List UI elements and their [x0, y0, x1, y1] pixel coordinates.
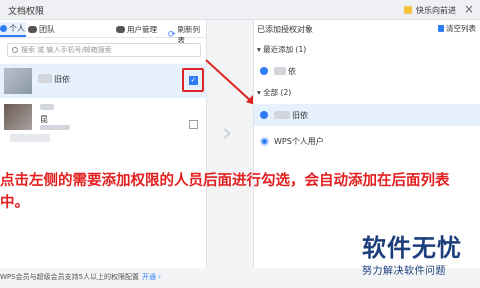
- list-item[interactable]: 昆: [0, 100, 207, 134]
- blurred-name: [38, 74, 52, 83]
- right-panel-title: 已添加授权对象: [257, 25, 313, 34]
- watermark-subtitle: 努力解决软件问题: [362, 266, 446, 277]
- list-item[interactable]: 旧依: [0, 64, 207, 98]
- tab-team-label: 团队: [39, 25, 55, 34]
- app-label: 快乐向前进: [416, 5, 456, 15]
- clear-list-label: 清空列表: [446, 24, 476, 33]
- user-icon: [260, 111, 268, 119]
- user-management-label: 用户管理: [127, 25, 157, 34]
- annotation-arrow: [205, 59, 258, 106]
- avatar: [4, 104, 32, 130]
- app-logo-icon: [404, 6, 412, 14]
- clear-list-button[interactable]: 清空列表: [438, 23, 476, 34]
- search-icon: [12, 47, 18, 53]
- upgrade-link[interactable]: 开通 ›: [142, 273, 161, 281]
- footer-text: WPS会员与超级会员支持5人以上的权限配置 开通 ›: [0, 272, 161, 282]
- close-icon[interactable]: ×: [464, 2, 474, 16]
- refresh-icon: ⟳: [168, 30, 176, 40]
- watermark: 软件无忧 努力解决软件问题: [350, 228, 480, 286]
- window-title: 文档权限: [8, 7, 45, 17]
- recipient-name: 依: [288, 67, 296, 76]
- wps-user-icon: [260, 137, 269, 146]
- search-input[interactable]: 搜索 或 输入手机号/邮箱搜索: [7, 43, 201, 57]
- app-chip[interactable]: 快乐向前进: [404, 3, 456, 17]
- user-name: 旧依: [54, 75, 70, 84]
- user-management-button[interactable]: 用户管理: [116, 24, 157, 35]
- list-item[interactable]: 依: [254, 60, 480, 82]
- blurred-detail: [40, 125, 70, 130]
- recipient-name: WPS个人用户: [274, 137, 324, 146]
- blurred-name: [274, 67, 286, 75]
- left-panel: 个人 团队 用户管理 ⟳ 刷新列表 搜索 或 输入手机号/邮箱搜索 旧依 昆 ✓: [0, 20, 207, 268]
- trash-icon: [438, 25, 444, 32]
- team-icon: [28, 26, 37, 33]
- tab-person[interactable]: 个人: [0, 22, 26, 37]
- annotation-highlight-box: [182, 68, 204, 92]
- section-all[interactable]: ▾ 全部 (2): [257, 87, 291, 98]
- user-icon: [260, 67, 268, 75]
- recipient-name: 旧依: [292, 111, 308, 120]
- chevron-right-icon[interactable]: ›: [222, 118, 232, 148]
- title-bar: 文档权限 快乐向前进 ×: [0, 0, 480, 20]
- blurred-row: [10, 134, 50, 142]
- avatar: [4, 68, 32, 94]
- blurred-name: [274, 111, 290, 119]
- footer-message: WPS会员与超级会员支持5人以上的权限配置: [0, 273, 140, 281]
- list-item[interactable]: WPS个人用户: [254, 130, 480, 152]
- user-icon: [0, 25, 7, 32]
- tab-team[interactable]: 团队: [28, 22, 56, 37]
- user-management-icon: [116, 26, 125, 33]
- tab-person-label: 个人: [9, 24, 25, 33]
- user-name: 昆: [40, 115, 48, 124]
- list-item[interactable]: 旧依: [254, 104, 480, 126]
- watermark-title: 软件无忧: [362, 234, 462, 262]
- list-item[interactable]: [0, 132, 207, 148]
- checkbox[interactable]: [189, 120, 198, 129]
- right-panel-header: 已添加授权对象 清空列表: [254, 20, 480, 38]
- search-placeholder: 搜索 或 输入手机号/邮箱搜索: [21, 46, 112, 54]
- annotation-caption: 点击左侧的需要添加权限的人员后面进行勾选，会自动添加在后面列表中。: [0, 173, 450, 211]
- blurred-name: [40, 104, 54, 110]
- section-recent[interactable]: ▾ 最近添加 (1): [257, 44, 306, 55]
